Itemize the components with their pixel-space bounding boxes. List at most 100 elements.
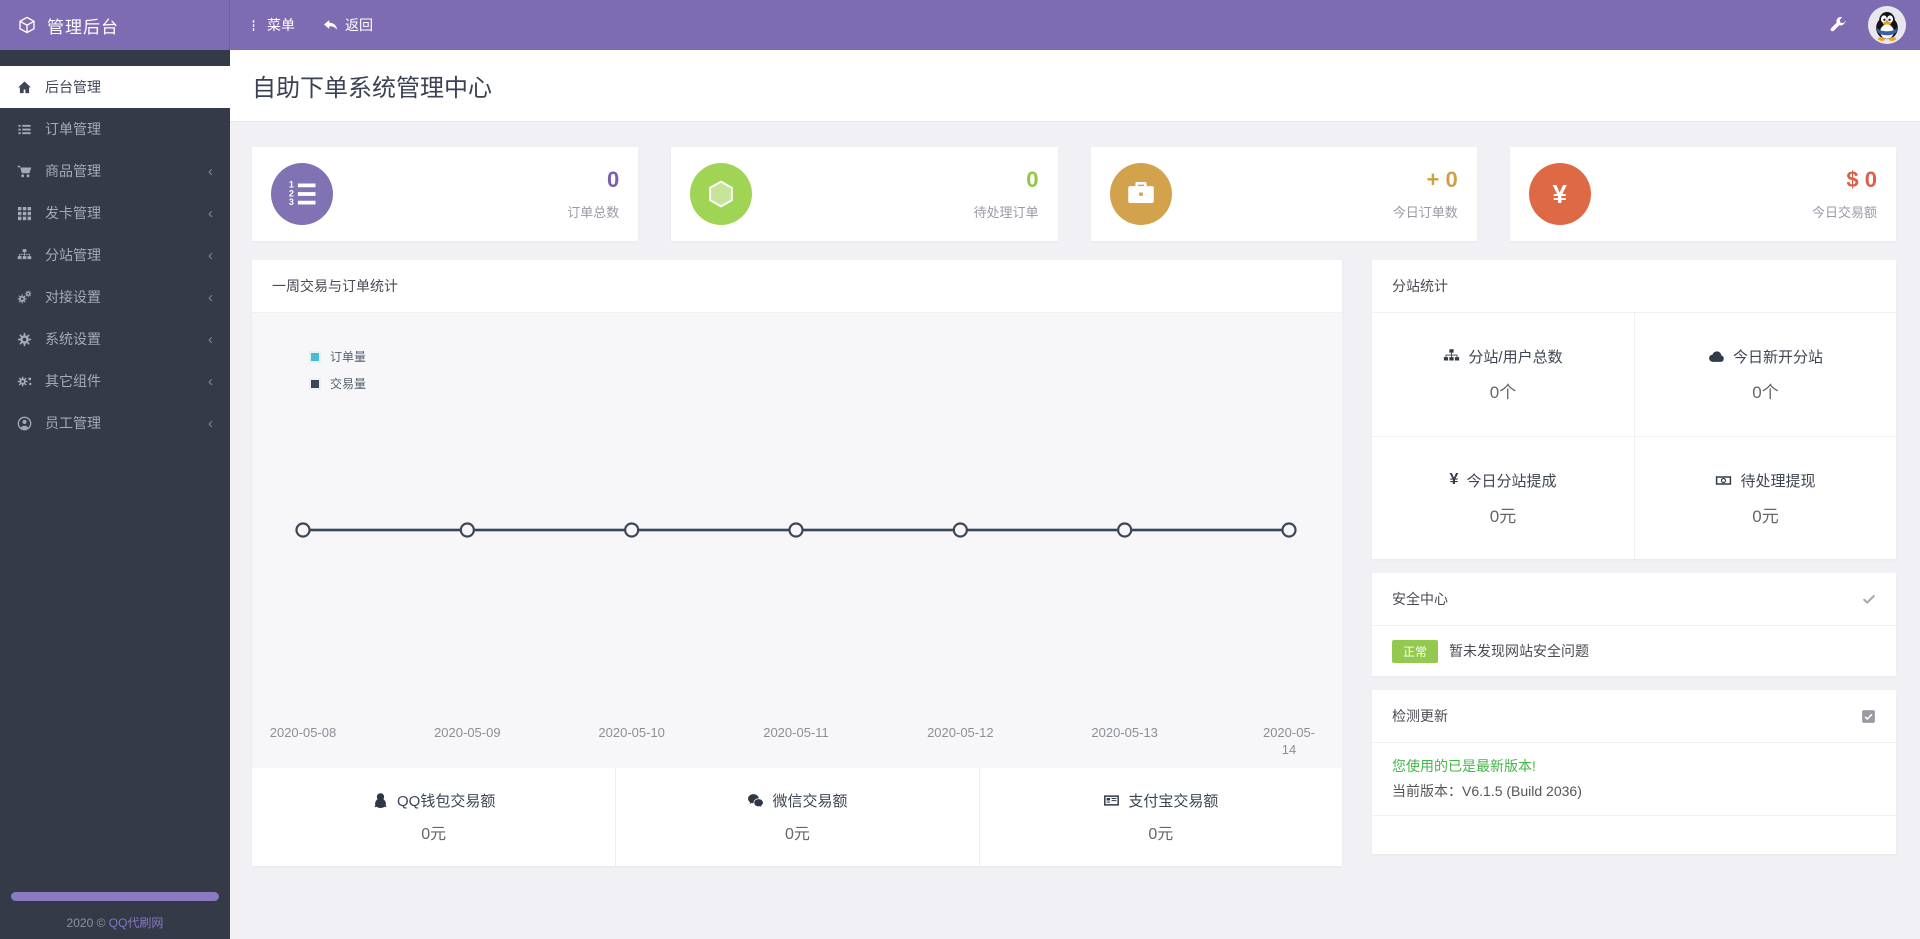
- right-column: 分站统计 分站/用户总数 0个 今日新开分站 0个 ¥ 今日分站提成 0元 待处…: [1372, 260, 1896, 854]
- current-version-text: 当前版本：V6.1.5 (Build 2036): [1392, 783, 1582, 799]
- components-icon: [17, 374, 32, 389]
- pending-withdrawals-cell: 待处理提现 0元: [1634, 436, 1896, 559]
- legend-label: 交易量: [330, 377, 367, 391]
- x-axis-tick-label: 2020-05-08: [269, 725, 337, 740]
- yen-icon: ¥: [1449, 471, 1459, 488]
- payment-value: 0元: [785, 826, 810, 843]
- sidebar: 后台管理 订单管理 商品管理 发卡管理 分站管理 对接设置 系统设置: [0, 50, 230, 939]
- x-axis-tick-label: 2020-05-10: [598, 725, 665, 740]
- sidebar-item-staff[interactable]: 员工管理: [0, 402, 230, 444]
- grid-icon: [17, 206, 32, 221]
- sidebar-item-label: 其它组件: [45, 373, 101, 389]
- main-content: 自助下单系统管理中心 0 订单总数 0 待处理订单 + 0 今日订单数 ¥ $ …: [230, 50, 1920, 939]
- x-axis-tick-label: 2020-05-12: [927, 725, 994, 740]
- stat-label: 今日交易额: [1811, 205, 1877, 220]
- payment-value: 0元: [421, 826, 447, 843]
- chevron-left-icon: [208, 374, 213, 389]
- page-title: 自助下单系统管理中心: [252, 75, 492, 102]
- stat-value: $ 0: [1846, 167, 1877, 192]
- ordered-list-icon: [271, 163, 333, 225]
- weekly-panel-header: 一周交易与订单统计: [252, 260, 1342, 313]
- user-avatar[interactable]: [1868, 6, 1906, 44]
- sidebar-item-orders[interactable]: 订单管理: [0, 108, 230, 150]
- sidebar-item-label: 商品管理: [45, 163, 101, 179]
- chevron-left-icon: [208, 248, 213, 263]
- sidebar-item-label: 员工管理: [45, 415, 101, 431]
- checkbox-icon[interactable]: [1861, 709, 1876, 724]
- sitemap-icon: [17, 248, 32, 263]
- sidebar-item-dashboard[interactable]: 后台管理: [0, 66, 230, 108]
- legend-item-transactions[interactable]: 交易量: [309, 375, 366, 392]
- wechat-icon: [747, 792, 764, 809]
- topbar: 管理后台 菜单 返回: [0, 0, 1920, 50]
- chevron-left-icon: [208, 290, 213, 305]
- stat-value: 0: [607, 167, 620, 192]
- sidebar-item-integration[interactable]: 对接设置: [0, 276, 230, 318]
- yen-icon: ¥: [1528, 163, 1591, 225]
- qq-wallet-total: QQ钱包交易额 0元: [252, 768, 615, 866]
- site-link[interactable]: QQ代刷网: [109, 916, 164, 930]
- sitemap-icon: [1443, 348, 1460, 365]
- x-axis-tick-label: 2020-05-11: [763, 725, 829, 740]
- sidebar-item-card-issuing[interactable]: 发卡管理: [0, 192, 230, 234]
- user-icon: [17, 416, 32, 431]
- wrench-icon[interactable]: [1830, 17, 1846, 33]
- payment-totals-row: QQ钱包交易额 0元 微信交易额 0元 支付宝交易额 0元: [252, 768, 1342, 866]
- payment-label: QQ钱包交易额: [396, 793, 496, 810]
- page-title-bar: 自助下单系统管理中心: [230, 50, 1920, 122]
- security-center-panel: 安全中心 正常 暂未发现网站安全问题: [1372, 573, 1896, 676]
- cogs-icon: [17, 290, 32, 305]
- brand: 管理后台: [0, 0, 230, 50]
- sidebar-item-substations[interactable]: 分站管理: [0, 234, 230, 276]
- payment-label: 微信交易额: [772, 793, 848, 810]
- x-axis-tick-label: 2020-05-13: [1091, 725, 1158, 740]
- back-link-label: 返回: [345, 17, 373, 33]
- briefcase-icon: [1109, 163, 1172, 225]
- security-message: 暂未发现网站安全问题: [1449, 643, 1590, 659]
- chevron-left-icon: [208, 206, 213, 221]
- legend-item-orders[interactable]: 订单量: [309, 348, 366, 365]
- chevron-left-icon: [208, 332, 213, 347]
- payment-value: 0元: [1148, 826, 1174, 843]
- stat-card-today-orders: + 0 今日订单数: [1090, 147, 1477, 241]
- stat-cards-row: 0 订单总数 0 待处理订单 + 0 今日订单数 ¥ $ 0 今日交易额: [252, 147, 1896, 241]
- sidebar-item-label: 对接设置: [45, 289, 101, 305]
- qq-penguin-avatar-image: [1870, 8, 1904, 42]
- copyright-text: 2020 ©: [66, 916, 106, 930]
- list-icon: [17, 122, 32, 137]
- sidebar-item-products[interactable]: 商品管理: [0, 150, 230, 192]
- cube-logo-icon: [18, 16, 36, 34]
- chevron-left-icon: [208, 416, 213, 431]
- stat-label: 待处理订单: [973, 205, 1039, 220]
- menu-toggle[interactable]: 菜单: [247, 15, 295, 35]
- update-status-text: 您使用的已是最新版本!: [1392, 758, 1536, 774]
- weekly-chart-svg: [295, 522, 1297, 538]
- stat-card-today-revenue: ¥ $ 0 今日交易额: [1509, 147, 1896, 241]
- legend-swatch-icon: [309, 350, 321, 363]
- sidebar-item-other-components[interactable]: 其它组件: [0, 360, 230, 402]
- menu-toggle-label: 菜单: [267, 17, 295, 33]
- sidebar-item-system-settings[interactable]: 系统设置: [0, 318, 230, 360]
- x-axis-tick-label: 2020-05-14: [1262, 725, 1316, 757]
- payment-label: 支付宝交易额: [1128, 793, 1219, 810]
- check-icon[interactable]: [1862, 592, 1876, 606]
- substation-stats-panel: 分站统计 分站/用户总数 0个 今日新开分站 0个 ¥ 今日分站提成 0元 待处…: [1372, 260, 1896, 559]
- alipay-total: 支付宝交易额 0元: [978, 768, 1342, 866]
- cloud-icon: [1708, 348, 1725, 365]
- new-substations-cell: 今日新开分站 0个: [1634, 313, 1896, 436]
- stat-label: 订单总数: [567, 205, 620, 220]
- stat-card-total-orders: 0 订单总数: [252, 147, 639, 241]
- app-title: 管理后台: [47, 17, 119, 37]
- hexagon-icon: [690, 163, 753, 225]
- back-link[interactable]: 返回: [323, 15, 373, 35]
- weekly-stats-panel: 一周交易与订单统计 订单量 交易量 2020-05-08 2020-05-09 …: [252, 260, 1342, 866]
- update-panel-footer: [1372, 816, 1896, 854]
- stat-label: 今日订单数: [1392, 205, 1458, 220]
- legend-swatch-icon: [309, 377, 321, 390]
- money-icon: [1715, 472, 1732, 489]
- security-panel-title: 安全中心: [1392, 591, 1448, 607]
- home-icon: [17, 80, 32, 95]
- wechat-total: 微信交易额 0元: [615, 768, 978, 866]
- stat-value: + 0: [1426, 167, 1458, 192]
- weekly-panel-title: 一周交易与订单统计: [272, 278, 398, 294]
